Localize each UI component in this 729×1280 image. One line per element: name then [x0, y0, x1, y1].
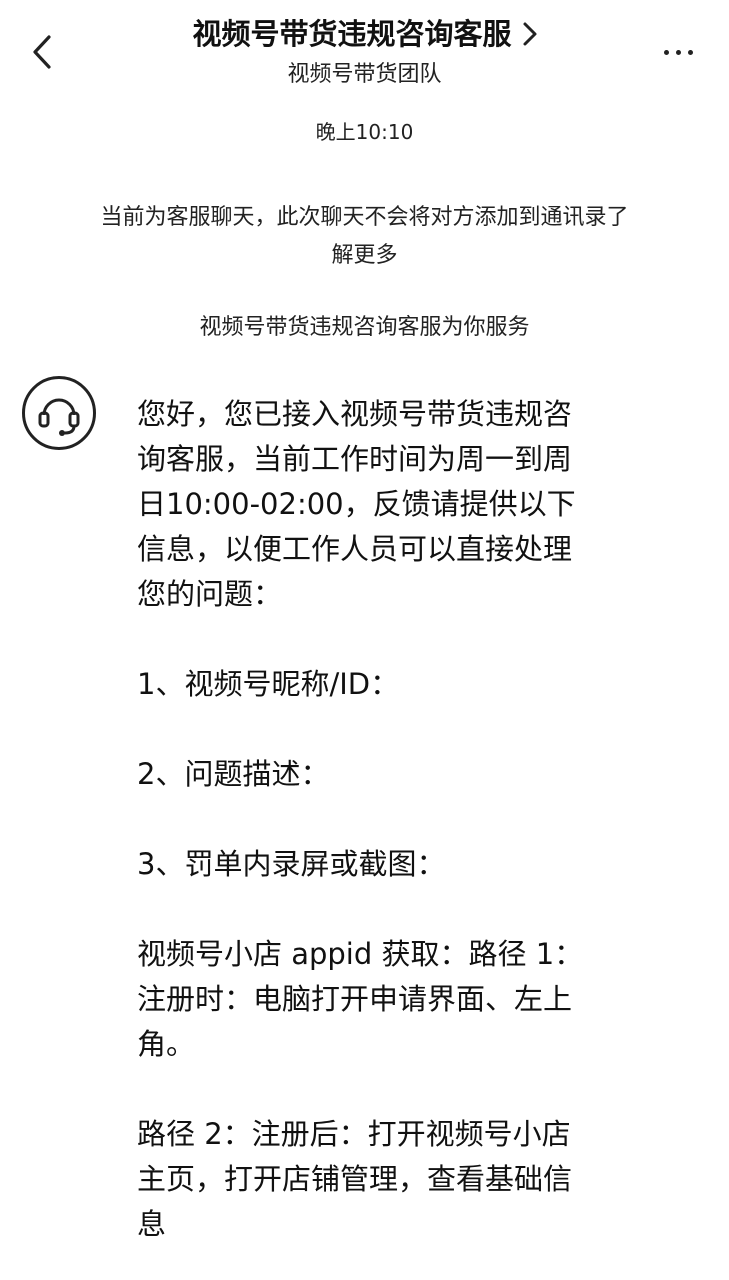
headset-icon: [38, 398, 80, 436]
more-horizontal-icon: [675, 49, 681, 55]
agent-message: 您好，您已接入视频号带货违规咨 询客服，当前工作时间为周一到周 日10:00-0…: [137, 392, 607, 1247]
message-line: 路径 2：注册后：打开视频号小店: [137, 1117, 571, 1151]
message-timestamp: 晚上10:10: [315, 120, 414, 144]
message-line: 您好，您已接入视频号带货违规咨: [137, 397, 573, 431]
chat-header: 视频号带货违规咨询客服 视频号带货团队: [0, 0, 729, 100]
message-item-nickname: 1、视频号昵称/ID：: [137, 667, 400, 701]
message-line: 角。: [137, 1027, 196, 1061]
more-horizontal-icon: [663, 49, 669, 55]
chat-title-button[interactable]: 视频号带货违规咨询客服: [150, 14, 580, 54]
message-item-screenshot: 3、罚单内录屏或截图：: [137, 847, 446, 881]
message-line: 询客服，当前工作时间为周一到周: [137, 442, 573, 476]
message-line: 视频号小店 appid 获取：路径 1：: [137, 937, 584, 971]
message-item-description: 2、问题描述：: [137, 757, 330, 791]
message-line: 信息，以便工作人员可以直接处理: [137, 532, 573, 566]
customer-service-notice: 当前为客服聊天，此次聊天不会将对方添加到通讯录了 解更多: [40, 199, 689, 275]
learn-more-link[interactable]: 解更多: [331, 243, 397, 268]
message-line: 您的问题：: [137, 577, 283, 611]
chat-subtitle: 视频号带货团队: [287, 62, 442, 87]
chat-title: 视频号带货违规咨询客服: [192, 17, 512, 51]
more-horizontal-icon: [687, 49, 693, 55]
service-intro: 视频号带货违规咨询客服为你服务: [199, 315, 530, 340]
message-line: 日10:00-02:00，反馈请提供以下: [137, 487, 576, 521]
more-button[interactable]: [650, 34, 706, 70]
message-line: 主页，打开店铺管理，查看基础信: [137, 1162, 573, 1196]
chevron-right-icon: [523, 22, 536, 46]
message-line: 息: [137, 1207, 167, 1241]
agent-avatar[interactable]: [22, 376, 96, 450]
message-line: 注册时：电脑打开申请界面、左上: [137, 982, 573, 1016]
notice-text: 当前为客服聊天，此次聊天不会将对方添加到通讯录了: [100, 205, 629, 230]
